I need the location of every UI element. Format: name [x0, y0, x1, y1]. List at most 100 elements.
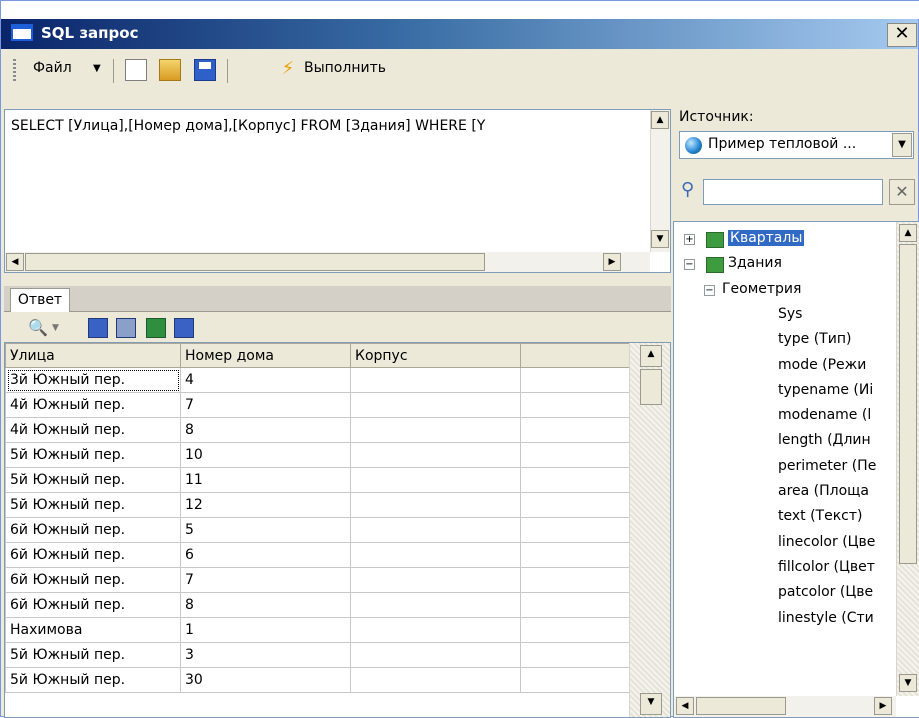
- cell-empty[interactable]: [520, 517, 631, 543]
- tree-item[interactable]: text (Текст): [778, 508, 862, 524]
- print-grid-icon[interactable]: [116, 318, 136, 338]
- cell-empty[interactable]: [520, 467, 631, 493]
- cell-empty[interactable]: [520, 667, 631, 693]
- cell-house-number[interactable]: 7: [180, 392, 351, 418]
- scroll-down-icon[interactable]: ▼: [640, 693, 662, 715]
- cell-street[interactable]: 4й Южный пер.: [5, 392, 181, 418]
- table-row[interactable]: 4й Южный пер. 7: [5, 392, 631, 418]
- tree-item[interactable]: fillcolor (Цвет: [778, 559, 875, 575]
- scroll-right-icon[interactable]: ▶: [874, 697, 892, 715]
- tab-answer[interactable]: Ответ: [10, 288, 70, 312]
- cell-house-number[interactable]: 7: [180, 567, 351, 593]
- tree-item[interactable]: modename (l: [778, 407, 871, 423]
- cell-building[interactable]: [350, 417, 521, 443]
- cell-empty[interactable]: [520, 492, 631, 518]
- collapse-icon[interactable]: −: [704, 284, 715, 296]
- cell-building[interactable]: [350, 592, 521, 618]
- clear-search-button[interactable]: ✕: [889, 179, 915, 205]
- toolbar-grip-icon[interactable]: [13, 59, 16, 81]
- grid-vertical-scrollbar[interactable]: ▲ ▼: [629, 343, 670, 717]
- cell-building[interactable]: [350, 492, 521, 518]
- save-icon[interactable]: [194, 59, 216, 81]
- cell-house-number[interactable]: 5: [180, 517, 351, 543]
- tree-item[interactable]: mode (Режи: [778, 357, 866, 373]
- title-bar[interactable]: SQL запрос ✕: [1, 19, 918, 49]
- scroll-down-icon[interactable]: ▼: [651, 230, 669, 248]
- scroll-thumb[interactable]: [25, 253, 485, 271]
- export-grid-icon[interactable]: [88, 318, 108, 338]
- cell-house-number[interactable]: 4: [180, 367, 351, 393]
- column-header-building[interactable]: Корпус: [350, 343, 521, 368]
- tree-item[interactable]: patcolor (Цве: [778, 584, 873, 600]
- cell-house-number[interactable]: 12: [180, 492, 351, 518]
- tree-item[interactable]: Кварталы: [728, 230, 805, 246]
- tree-item[interactable]: length (Длин: [778, 432, 871, 448]
- tree-item[interactable]: area (Площа: [778, 483, 869, 499]
- sql-query-text[interactable]: SELECT [Улица],[Номер дома],[Корпус] FRO…: [11, 118, 641, 134]
- cell-house-number[interactable]: 10: [180, 442, 351, 468]
- new-file-icon[interactable]: [125, 59, 147, 81]
- table-row[interactable]: 6й Южный пер. 8: [5, 592, 631, 618]
- tree-vertical-scrollbar[interactable]: ▲ ▼: [896, 222, 919, 696]
- cell-street[interactable]: 6й Южный пер.: [5, 517, 181, 543]
- cell-street[interactable]: 5й Южный пер.: [5, 642, 181, 668]
- cell-street[interactable]: 6й Южный пер.: [5, 592, 181, 618]
- table-row[interactable]: 6й Южный пер. 5: [5, 517, 631, 543]
- tree-search-input[interactable]: [703, 179, 883, 205]
- scroll-left-icon[interactable]: ◀: [676, 697, 694, 715]
- column-header-house-number[interactable]: Номер дома: [180, 343, 351, 368]
- cell-house-number[interactable]: 8: [180, 592, 351, 618]
- scroll-up-icon[interactable]: ▲: [651, 111, 669, 129]
- run-button[interactable]: Выполнить: [304, 60, 386, 76]
- cell-empty[interactable]: [520, 592, 631, 618]
- cell-building[interactable]: [350, 642, 521, 668]
- cell-street[interactable]: 6й Южный пер.: [5, 567, 181, 593]
- cell-building[interactable]: [350, 617, 521, 643]
- cell-empty[interactable]: [520, 542, 631, 568]
- cell-building[interactable]: [350, 667, 521, 693]
- collapse-icon[interactable]: −: [684, 259, 695, 271]
- scroll-up-icon[interactable]: ▲: [640, 345, 662, 367]
- scroll-thumb[interactable]: [899, 244, 917, 564]
- cell-building[interactable]: [350, 467, 521, 493]
- cell-street[interactable]: 5й Южный пер.: [5, 442, 181, 468]
- tree-item[interactable]: perimeter (Пе: [778, 458, 876, 474]
- column-header-street[interactable]: Улица: [5, 343, 181, 368]
- excel-export-icon[interactable]: [146, 318, 166, 338]
- cell-empty[interactable]: [520, 417, 631, 443]
- cell-empty[interactable]: [520, 392, 631, 418]
- table-row[interactable]: 5й Южный пер. 11: [5, 467, 631, 493]
- cell-building[interactable]: [350, 442, 521, 468]
- sql-editor[interactable]: SELECT [Улица],[Номер дома],[Корпус] FRO…: [4, 109, 671, 273]
- sql-horizontal-scrollbar[interactable]: ◀ ▶: [5, 252, 650, 272]
- expand-icon[interactable]: +: [684, 234, 695, 245]
- chevron-down-icon[interactable]: ▼: [892, 133, 912, 157]
- cell-building[interactable]: [350, 517, 521, 543]
- tree-item[interactable]: Здания: [728, 255, 782, 271]
- tree-item[interactable]: typename (Иі: [778, 382, 873, 398]
- cell-empty[interactable]: [520, 617, 631, 643]
- scroll-thumb[interactable]: [640, 369, 662, 405]
- cell-street[interactable]: 5й Южный пер.: [5, 667, 181, 693]
- table-row[interactable]: 4й Южный пер. 8: [5, 417, 631, 443]
- cell-empty[interactable]: [520, 567, 631, 593]
- cell-empty[interactable]: [520, 367, 631, 393]
- scroll-right-icon[interactable]: ▶: [603, 253, 621, 271]
- cell-house-number[interactable]: 11: [180, 467, 351, 493]
- scroll-thumb[interactable]: [696, 697, 786, 715]
- cell-house-number[interactable]: 3: [180, 642, 351, 668]
- table-row[interactable]: 6й Южный пер. 7: [5, 567, 631, 593]
- cell-empty[interactable]: [520, 642, 631, 668]
- search-icon[interactable]: 🔍: [28, 318, 48, 338]
- cell-building[interactable]: [350, 567, 521, 593]
- table-row[interactable]: 5й Южный пер. 30: [5, 667, 631, 693]
- cell-street[interactable]: 3й Южный пер.: [5, 367, 181, 393]
- cell-house-number[interactable]: 6: [180, 542, 351, 568]
- file-menu-button[interactable]: Файл: [33, 60, 72, 76]
- chevron-down-icon[interactable]: ▼: [93, 63, 101, 74]
- cell-street[interactable]: Нахимова: [5, 617, 181, 643]
- scroll-up-icon[interactable]: ▲: [899, 224, 917, 242]
- cell-empty[interactable]: [520, 442, 631, 468]
- cell-street[interactable]: 6й Южный пер.: [5, 542, 181, 568]
- cell-street[interactable]: 5й Южный пер.: [5, 467, 181, 493]
